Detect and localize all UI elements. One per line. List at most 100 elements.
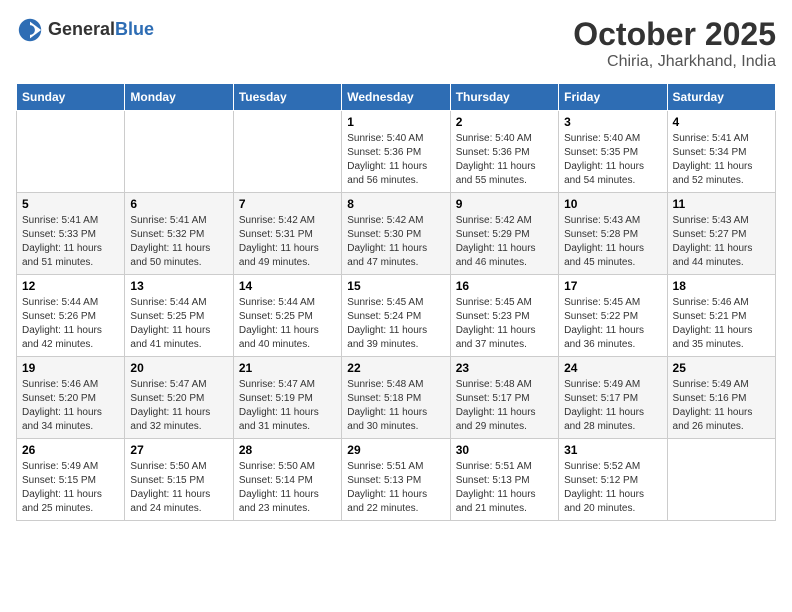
calendar-cell: 29 Sunrise: 5:51 AM Sunset: 5:13 PM Dayli… xyxy=(342,439,450,521)
day-info: Sunrise: 5:48 AM Sunset: 5:17 PM Dayligh… xyxy=(456,378,553,434)
day-number: 3 xyxy=(564,115,661,129)
calendar-cell: 1 Sunrise: 5:40 AM Sunset: 5:36 PM Daylig… xyxy=(342,111,450,193)
weekday-header: Tuesday xyxy=(233,84,341,111)
calendar-cell: 23 Sunrise: 5:48 AM Sunset: 5:17 PM Dayli… xyxy=(450,357,558,439)
day-number: 17 xyxy=(564,279,661,293)
day-number: 23 xyxy=(456,361,553,375)
day-info: Sunrise: 5:50 AM Sunset: 5:15 PM Dayligh… xyxy=(130,460,227,516)
calendar-cell: 8 Sunrise: 5:42 AM Sunset: 5:30 PM Daylig… xyxy=(342,193,450,275)
weekday-header: Thursday xyxy=(450,84,558,111)
calendar-cell xyxy=(233,111,341,193)
location: Chiria, Jharkhand, India xyxy=(573,53,776,71)
day-info: Sunrise: 5:43 AM Sunset: 5:28 PM Dayligh… xyxy=(564,214,661,270)
day-info: Sunrise: 5:46 AM Sunset: 5:21 PM Dayligh… xyxy=(673,296,770,352)
calendar-cell: 19Sunrise: 5:46 AM Sunset: 5:20 PM Dayli… xyxy=(17,357,125,439)
day-info: Sunrise: 5:41 AM Sunset: 5:32 PM Dayligh… xyxy=(130,214,227,270)
day-number: 19 xyxy=(22,361,119,375)
day-number: 6 xyxy=(130,197,227,211)
day-number: 21 xyxy=(239,361,336,375)
day-number: 1 xyxy=(347,115,444,129)
day-number: 28 xyxy=(239,443,336,457)
day-number: 29 xyxy=(347,443,444,457)
day-info: Sunrise: 5:40 AM Sunset: 5:36 PM Dayligh… xyxy=(456,132,553,188)
calendar-cell: 16 Sunrise: 5:45 AM Sunset: 5:23 PM Dayli… xyxy=(450,275,558,357)
day-info: Sunrise: 5:41 AM Sunset: 5:33 PM Dayligh… xyxy=(22,214,119,270)
day-number: 9 xyxy=(456,197,553,211)
day-info: Sunrise: 5:43 AM Sunset: 5:27 PM Dayligh… xyxy=(673,214,770,270)
day-number: 18 xyxy=(673,279,770,293)
calendar-table: SundayMondayTuesdayWednesdayThursdayFrid… xyxy=(16,83,776,521)
day-number: 26 xyxy=(22,443,119,457)
day-number: 5 xyxy=(22,197,119,211)
day-info: Sunrise: 5:40 AM Sunset: 5:35 PM Dayligh… xyxy=(564,132,661,188)
day-info: Sunrise: 5:47 AM Sunset: 5:19 PM Dayligh… xyxy=(239,378,336,434)
day-number: 2 xyxy=(456,115,553,129)
calendar-cell: 26 Sunrise: 5:49 AM Sunset: 5:15 PM Dayli… xyxy=(17,439,125,521)
day-number: 24 xyxy=(564,361,661,375)
day-info: Sunrise: 5:51 AM Sunset: 5:13 PM Dayligh… xyxy=(347,460,444,516)
weekday-header: Saturday xyxy=(667,84,775,111)
calendar-cell xyxy=(17,111,125,193)
day-info: Sunrise: 5:49 AM Sunset: 5:16 PM Dayligh… xyxy=(673,378,770,434)
day-number: 7 xyxy=(239,197,336,211)
day-info: Sunrise: 5:51 AM Sunset: 5:13 PM Dayligh… xyxy=(456,460,553,516)
day-info: Sunrise: 5:44 AM Sunset: 5:25 PM Dayligh… xyxy=(130,296,227,352)
calendar-cell: 10 Sunrise: 5:43 AM Sunset: 5:28 PM Dayli… xyxy=(559,193,667,275)
weekday-header: Monday xyxy=(125,84,233,111)
calendar-cell: 24 Sunrise: 5:49 AM Sunset: 5:17 PM Dayli… xyxy=(559,357,667,439)
calendar-cell: 20 Sunrise: 5:47 AM Sunset: 5:20 PM Dayli… xyxy=(125,357,233,439)
calendar-cell: 21 Sunrise: 5:47 AM Sunset: 5:19 PM Dayli… xyxy=(233,357,341,439)
calendar-cell: 9Sunrise: 5:42 AM Sunset: 5:29 PM Daylig… xyxy=(450,193,558,275)
day-info: Sunrise: 5:52 AM Sunset: 5:12 PM Dayligh… xyxy=(564,460,661,516)
calendar-cell: 31 Sunrise: 5:52 AM Sunset: 5:12 PM Dayli… xyxy=(559,439,667,521)
day-info: Sunrise: 5:49 AM Sunset: 5:17 PM Dayligh… xyxy=(564,378,661,434)
day-info: Sunrise: 5:45 AM Sunset: 5:23 PM Dayligh… xyxy=(456,296,553,352)
calendar-cell: 5 Sunrise: 5:41 AM Sunset: 5:33 PM Daylig… xyxy=(17,193,125,275)
day-number: 16 xyxy=(456,279,553,293)
weekday-header: Friday xyxy=(559,84,667,111)
title-block: October 2025 Chiria, Jharkhand, India xyxy=(573,16,776,71)
calendar-cell: 3 Sunrise: 5:40 AM Sunset: 5:35 PM Daylig… xyxy=(559,111,667,193)
day-number: 4 xyxy=(673,115,770,129)
calendar-cell: 15 Sunrise: 5:45 AM Sunset: 5:24 PM Dayli… xyxy=(342,275,450,357)
calendar-cell: 22 Sunrise: 5:48 AM Sunset: 5:18 PM Dayli… xyxy=(342,357,450,439)
day-number: 11 xyxy=(673,197,770,211)
day-number: 27 xyxy=(130,443,227,457)
month-title: October 2025 xyxy=(573,16,776,53)
day-info: Sunrise: 5:44 AM Sunset: 5:26 PM Dayligh… xyxy=(22,296,119,352)
day-info: Sunrise: 5:40 AM Sunset: 5:36 PM Dayligh… xyxy=(347,132,444,188)
logo-general: GeneralBlue xyxy=(48,20,154,40)
calendar-cell xyxy=(125,111,233,193)
day-number: 8 xyxy=(347,197,444,211)
day-number: 12 xyxy=(22,279,119,293)
calendar-cell: 30Sunrise: 5:51 AM Sunset: 5:13 PM Dayli… xyxy=(450,439,558,521)
day-number: 20 xyxy=(130,361,227,375)
day-number: 22 xyxy=(347,361,444,375)
day-info: Sunrise: 5:49 AM Sunset: 5:15 PM Dayligh… xyxy=(22,460,119,516)
day-info: Sunrise: 5:45 AM Sunset: 5:22 PM Dayligh… xyxy=(564,296,661,352)
day-number: 25 xyxy=(673,361,770,375)
logo-icon xyxy=(16,16,44,44)
day-info: Sunrise: 5:50 AM Sunset: 5:14 PM Dayligh… xyxy=(239,460,336,516)
calendar-cell: 7 Sunrise: 5:42 AM Sunset: 5:31 PM Daylig… xyxy=(233,193,341,275)
calendar-cell: 18 Sunrise: 5:46 AM Sunset: 5:21 PM Dayli… xyxy=(667,275,775,357)
logo: GeneralBlue xyxy=(16,16,154,44)
day-info: Sunrise: 5:44 AM Sunset: 5:25 PM Dayligh… xyxy=(239,296,336,352)
calendar-cell: 28 Sunrise: 5:50 AM Sunset: 5:14 PM Dayli… xyxy=(233,439,341,521)
day-info: Sunrise: 5:48 AM Sunset: 5:18 PM Dayligh… xyxy=(347,378,444,434)
day-info: Sunrise: 5:42 AM Sunset: 5:31 PM Dayligh… xyxy=(239,214,336,270)
calendar-cell: 12 Sunrise: 5:44 AM Sunset: 5:26 PM Dayli… xyxy=(17,275,125,357)
day-info: Sunrise: 5:41 AM Sunset: 5:34 PM Dayligh… xyxy=(673,132,770,188)
day-number: 14 xyxy=(239,279,336,293)
day-number: 15 xyxy=(347,279,444,293)
day-number: 10 xyxy=(564,197,661,211)
calendar-cell: 11 Sunrise: 5:43 AM Sunset: 5:27 PM Dayli… xyxy=(667,193,775,275)
calendar-cell: 25 Sunrise: 5:49 AM Sunset: 5:16 PM Dayli… xyxy=(667,357,775,439)
weekday-header: Wednesday xyxy=(342,84,450,111)
day-info: Sunrise: 5:42 AM Sunset: 5:30 PM Dayligh… xyxy=(347,214,444,270)
day-info: Sunrise: 5:47 AM Sunset: 5:20 PM Dayligh… xyxy=(130,378,227,434)
day-number: 31 xyxy=(564,443,661,457)
day-info: Sunrise: 5:45 AM Sunset: 5:24 PM Dayligh… xyxy=(347,296,444,352)
day-number: 13 xyxy=(130,279,227,293)
page-header: GeneralBlue October 2025 Chiria, Jharkha… xyxy=(16,16,776,71)
